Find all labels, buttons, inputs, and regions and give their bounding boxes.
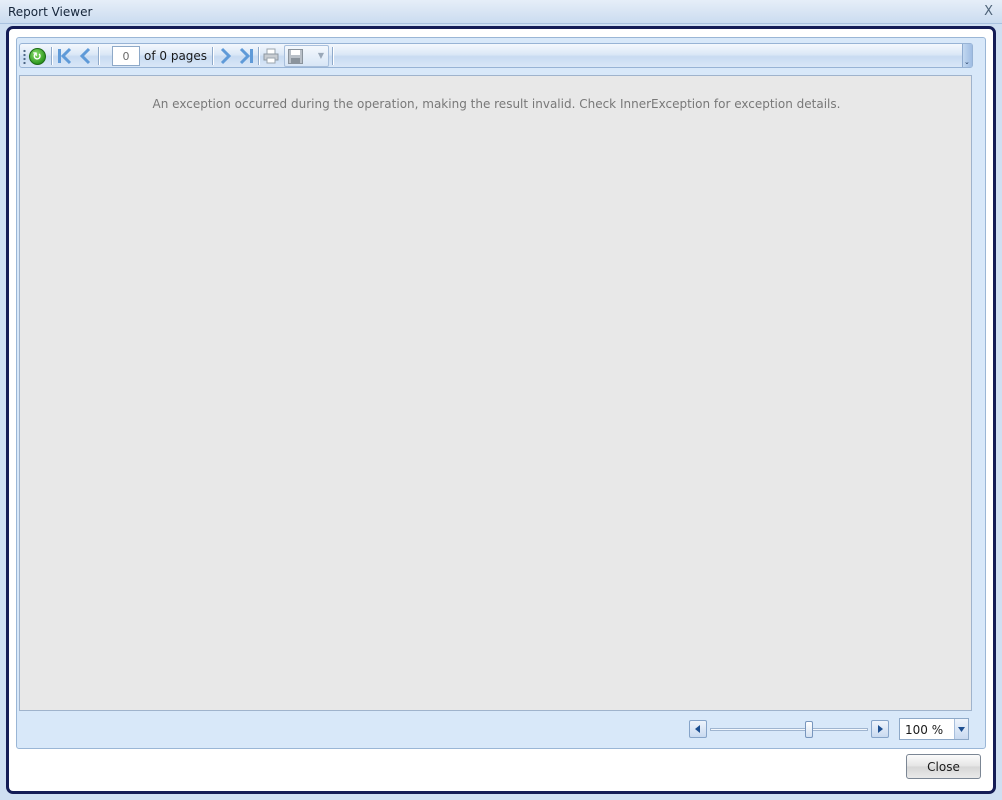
arrow-left-icon	[695, 725, 700, 733]
next-page-button[interactable]	[216, 46, 236, 66]
page-count-label: of 0 pages	[144, 49, 208, 63]
last-page-button[interactable]	[236, 46, 256, 66]
export-dropdown[interactable]: ▼	[284, 45, 329, 67]
previous-page-icon	[79, 47, 91, 65]
next-page-icon	[220, 47, 232, 65]
arrow-right-icon	[878, 725, 883, 733]
refresh-icon: ↻	[28, 47, 46, 65]
print-icon	[263, 48, 279, 64]
overflow-chevron-icon: ⌄	[964, 58, 970, 66]
toolbar-separator	[332, 47, 333, 65]
zoom-in-button[interactable]	[871, 720, 889, 738]
save-export-icon	[288, 49, 303, 64]
report-content-area: An exception occurred during the operati…	[19, 75, 972, 711]
zoom-level-combo[interactable]: 100 %	[899, 718, 969, 740]
close-button[interactable]: Close	[906, 754, 981, 779]
title-bar: Report Viewer X	[0, 0, 1002, 24]
zoom-slider-track[interactable]	[710, 728, 868, 731]
toolbar-separator	[51, 47, 52, 65]
window-close-icon[interactable]: X	[984, 4, 993, 19]
dialog-frame: ↻ of 0 pages	[6, 26, 996, 794]
zoom-dropdown-button[interactable]	[954, 719, 968, 739]
zoom-level-value: 100 %	[905, 723, 944, 737]
first-page-button[interactable]	[55, 46, 75, 66]
zoom-out-button[interactable]	[689, 720, 707, 738]
chevron-down-icon	[958, 726, 965, 732]
refresh-button[interactable]: ↻	[27, 46, 47, 66]
report-toolbar: ↻ of 0 pages	[19, 43, 973, 68]
chevron-down-icon: ▼	[317, 51, 324, 60]
report-viewer: ↻ of 0 pages	[16, 37, 986, 749]
print-button[interactable]	[261, 46, 281, 66]
toolbar-separator	[212, 47, 213, 65]
error-message: An exception occurred during the operati…	[152, 97, 841, 111]
toolbar-overflow-button[interactable]: ⌄	[962, 44, 972, 67]
zoom-slider-thumb[interactable]	[804, 721, 813, 738]
toolbar-grip-icon[interactable]	[23, 49, 26, 64]
last-page-icon	[239, 47, 253, 65]
first-page-icon	[58, 47, 72, 65]
previous-page-button[interactable]	[75, 46, 95, 66]
window-title: Report Viewer	[8, 5, 93, 19]
toolbar-separator	[258, 47, 259, 65]
current-page-input[interactable]	[112, 46, 140, 66]
toolbar-separator	[98, 47, 99, 65]
